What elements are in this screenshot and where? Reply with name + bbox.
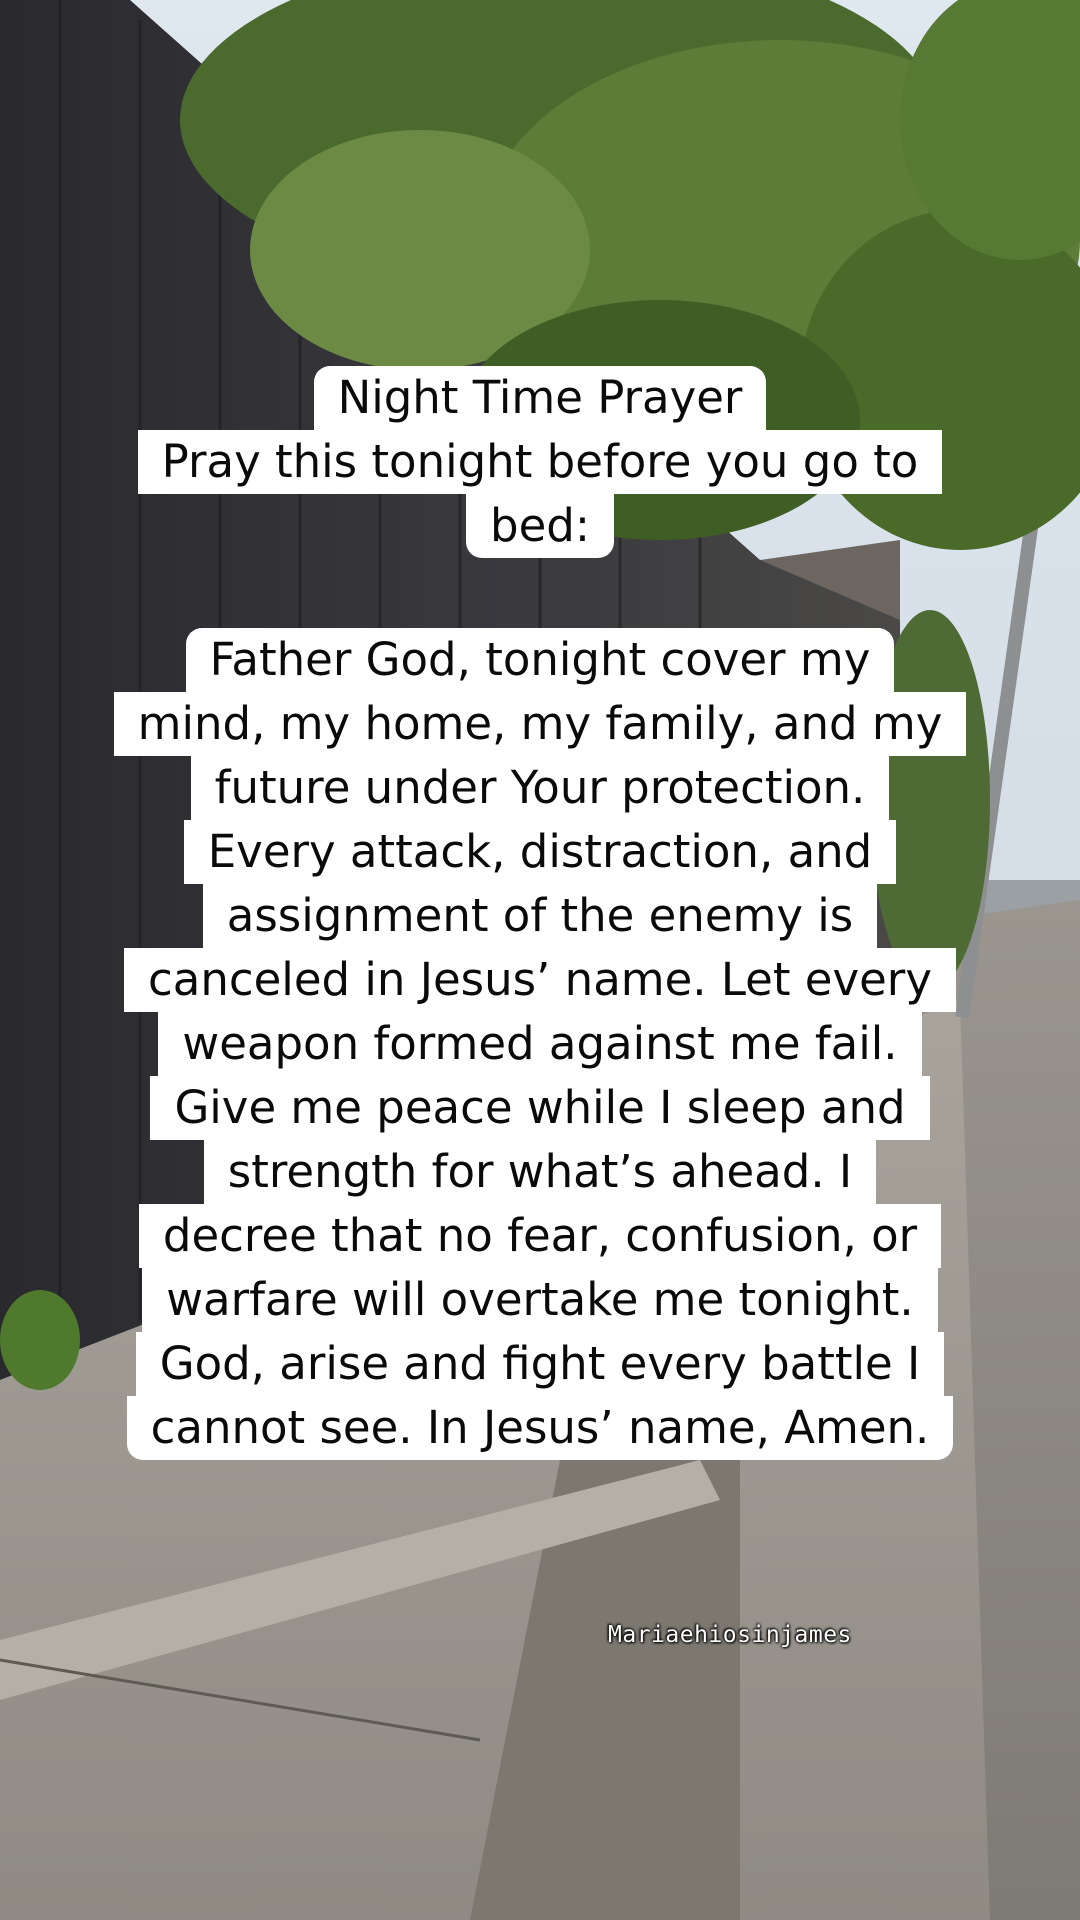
prayer-line: Father God, tonight cover my [185, 628, 895, 692]
prayer-caption: Father God, tonight cover my mind, my ho… [0, 628, 1080, 1460]
title-line: bed: [466, 494, 614, 558]
title-line: Night Time Prayer [313, 366, 767, 430]
prayer-line: future under Your protection. [190, 756, 890, 820]
title-caption: Night Time Prayer Pray this tonight befo… [0, 366, 1080, 558]
prayer-line: God, arise and fight every battle I [135, 1332, 945, 1396]
prayer-line: mind, my home, my family, and my [113, 692, 967, 756]
prayer-line: Every attack, distraction, and [183, 820, 897, 884]
prayer-line: assignment of the enemy is [202, 884, 878, 948]
prayer-line: cannot see. In Jesus’ name, Amen. [126, 1396, 954, 1460]
title-line: Pray this tonight before you go to [137, 430, 943, 494]
prayer-line: weapon formed against me fail. [158, 1012, 922, 1076]
prayer-line: strength for what’s ahead. I [203, 1140, 877, 1204]
prayer-line: canceled in Jesus’ name. Let every [124, 948, 956, 1012]
creator-watermark: Mariaehiosinjames [608, 1622, 852, 1648]
prayer-line: warfare will overtake me tonight. [142, 1268, 938, 1332]
prayer-line: decree that no fear, confusion, or [138, 1204, 942, 1268]
prayer-line: Give me peace while I sleep and [150, 1076, 930, 1140]
